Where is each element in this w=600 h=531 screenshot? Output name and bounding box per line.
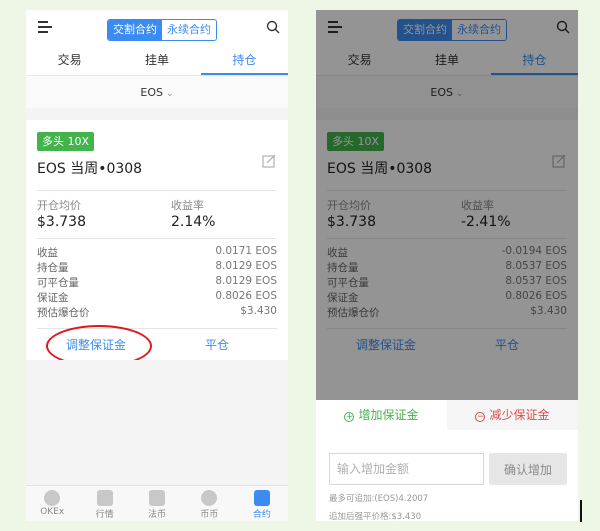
tab-reduce-margin[interactable]: − 减少保证金 [447, 400, 578, 430]
confirm-add-button[interactable]: 确认增加 [489, 453, 567, 485]
detail-label: 持仓量 [37, 262, 69, 274]
symbol-label: EOS [140, 86, 164, 99]
nav-fiat[interactable]: 法币 [131, 486, 183, 521]
bar-chart-icon [96, 490, 113, 506]
max-addable-note: 最多可追加:(EOS)4.2007 [329, 494, 429, 504]
tab-perpetual-contract[interactable]: 永续合约 [162, 20, 216, 40]
contract-type-switch: 交割合约 永续合约 [107, 19, 217, 41]
minus-circle-icon: − [475, 412, 486, 422]
return-rate-value: 2.14% [171, 214, 216, 230]
contract-title: EOS 当周•0308 [37, 161, 143, 177]
modal-overlay[interactable] [316, 10, 578, 400]
nav-label: OKEx [40, 507, 65, 517]
menu-icon[interactable] [38, 21, 52, 33]
tab-trade[interactable]: 交易 [26, 47, 113, 75]
detail-row-holding: 持仓量 8.0129 EOS [37, 260, 277, 274]
tab-add-margin[interactable]: + 增加保证金 [316, 400, 447, 430]
open-price-value: $3.738 [37, 214, 86, 230]
nav-label: 法币 [148, 510, 167, 520]
chevron-down-icon: ⌄ [166, 89, 174, 99]
adjust-margin-panel: +增加保证金 −减少保证金 确认增加 最多可追加:(EOS)4.2007 追加后… [316, 400, 578, 521]
dollar-icon [149, 490, 166, 506]
detail-value: 8.0129 EOS [215, 275, 277, 287]
detail-row-margin: 保证金 0.8026 EOS [37, 290, 277, 304]
section-gap [26, 108, 288, 120]
long-leverage-badge: 多头 10X [37, 132, 95, 151]
open-price-label: 开仓均价 [37, 199, 81, 212]
bottom-nav: OKEx 行情 法币 币币 合约 [26, 485, 288, 521]
detail-label: 预估爆仓价 [37, 307, 90, 319]
text-cursor [580, 500, 582, 522]
left-screen: 交割合约 永续合约 交易 挂单 持仓 EOS ⌄ 多头 10X EOS 当周•03… [26, 10, 288, 521]
detail-label: 保证金 [37, 292, 69, 304]
okex-logo-icon [44, 490, 61, 506]
liquidation-price-note: 追加后强平价格:$3.430 [329, 512, 422, 521]
search-icon[interactable] [266, 20, 280, 34]
tab-add-margin-label: 增加保证金 [358, 408, 419, 422]
symbol-selector[interactable]: EOS ⌄ [26, 86, 288, 99]
tab-reduce-margin-label: 减少保证金 [489, 408, 550, 422]
share-icon[interactable] [262, 154, 276, 168]
add-amount-input[interactable] [329, 453, 484, 485]
detail-row-closable: 可平仓量 8.0129 EOS [37, 275, 277, 289]
detail-value: 8.0129 EOS [215, 260, 277, 272]
divider [37, 238, 277, 239]
detail-value: $3.430 [240, 305, 277, 317]
detail-value: 0.0171 EOS [215, 245, 277, 257]
right-screen: 交割合约 永续合约 交易 挂单 持仓 EOS ⌄ 多头 10X EOS 当周•03… [316, 10, 578, 521]
main-tabs: 交易 挂单 持仓 [26, 47, 288, 76]
margin-tabs: + 增加保证金 − 减少保证金 [316, 400, 578, 430]
nav-okex[interactable]: OKEx [26, 486, 78, 521]
detail-value: 0.8026 EOS [215, 290, 277, 302]
nav-market[interactable]: 行情 [78, 486, 130, 521]
coin-icon [201, 490, 218, 506]
empty-area [26, 360, 288, 485]
app-header: 交割合约 永续合约 [26, 10, 288, 47]
tab-delivery-contract[interactable]: 交割合约 [108, 20, 162, 40]
nav-label: 币币 [200, 510, 219, 520]
tab-orders[interactable]: 挂单 [113, 47, 200, 75]
position-card: 多头 10X EOS 当周•0308 开仓均价 收益率 $3.738 2.14%… [26, 120, 288, 367]
nav-spot[interactable]: 币币 [183, 486, 235, 521]
nav-futures[interactable]: 合约 [236, 486, 288, 521]
detail-label: 收益 [37, 247, 58, 259]
tab-positions[interactable]: 持仓 [200, 47, 288, 75]
divider [37, 190, 277, 191]
detail-row-liq-price: 预估爆仓价 $3.430 [37, 305, 277, 319]
detail-label: 可平仓量 [37, 277, 79, 289]
return-rate-label: 收益率 [171, 199, 204, 212]
close-position-button[interactable]: 平仓 [205, 336, 229, 353]
nav-label: 合约 [252, 510, 271, 520]
detail-row-pnl: 收益 0.0171 EOS [37, 245, 277, 259]
plus-circle-icon: + [344, 412, 355, 422]
contract-icon [253, 490, 270, 506]
nav-label: 行情 [95, 510, 114, 520]
